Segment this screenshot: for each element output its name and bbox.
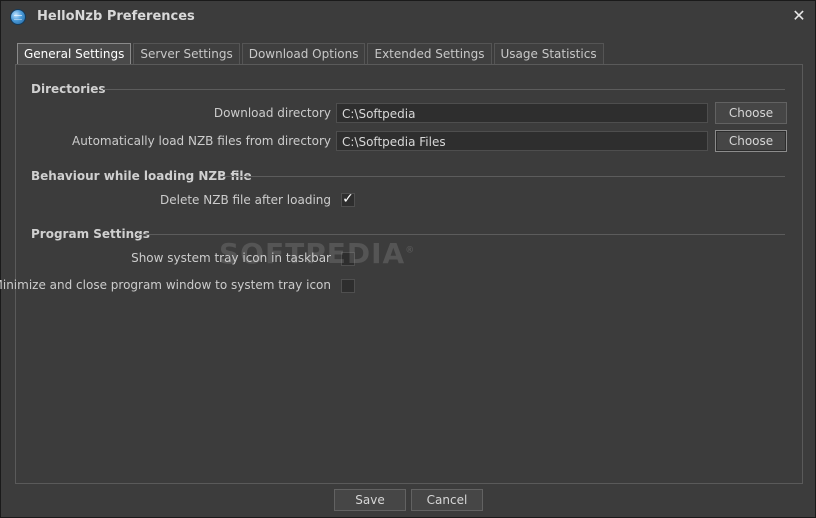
section-title-directories: Directories [31,82,106,96]
tab-extended-settings[interactable]: Extended Settings [367,43,492,64]
minimize-to-tray-checkbox[interactable] [341,279,355,293]
tab-server-settings[interactable]: Server Settings [133,43,240,64]
tab-usage-statistics[interactable]: Usage Statistics [493,43,604,64]
tab-download-options[interactable]: Download Options [241,43,366,64]
save-button[interactable]: Save [334,489,406,511]
tab-general-settings[interactable]: General Settings [17,43,132,65]
globe-icon [10,9,26,25]
download-directory-field[interactable]: C:\Softpedia [336,103,708,123]
title-bar[interactable]: HelloNzb Preferences ✕ [1,1,815,33]
section-title-program-settings: Program Settings [31,227,150,241]
tray-icon-label: Show system tray icon in taskbar [131,251,331,265]
section-divider [221,176,785,177]
preferences-window: HelloNzb Preferences ✕ General Settings … [0,0,816,518]
delete-nzb-checkbox[interactable]: ✓ [341,192,355,207]
auto-load-directory-label: Automatically load NZB files from direct… [72,134,331,148]
section-divider [136,234,785,235]
auto-load-directory-field[interactable]: C:\Softpedia Files [336,131,708,151]
delete-nzb-label: Delete NZB file after loading [160,193,331,207]
choose-auto-load-directory-button[interactable]: Choose [715,130,787,152]
choose-download-directory-button[interactable]: Choose [715,102,787,124]
tray-icon-checkbox[interactable] [341,252,355,266]
cancel-button[interactable]: Cancel [411,489,483,511]
close-icon[interactable]: ✕ [791,7,807,25]
tab-bar: General Settings Server Settings Downloa… [17,43,606,65]
window-title: HelloNzb Preferences [37,9,195,24]
section-title-behaviour: Behaviour while loading NZB file [31,169,252,183]
download-directory-label: Download directory [213,106,331,120]
section-divider [103,89,785,90]
general-settings-panel: Directories Download directory C:\Softpe… [0,64,803,484]
minimize-to-tray-label: Minimize and close program window to sys… [0,278,331,292]
